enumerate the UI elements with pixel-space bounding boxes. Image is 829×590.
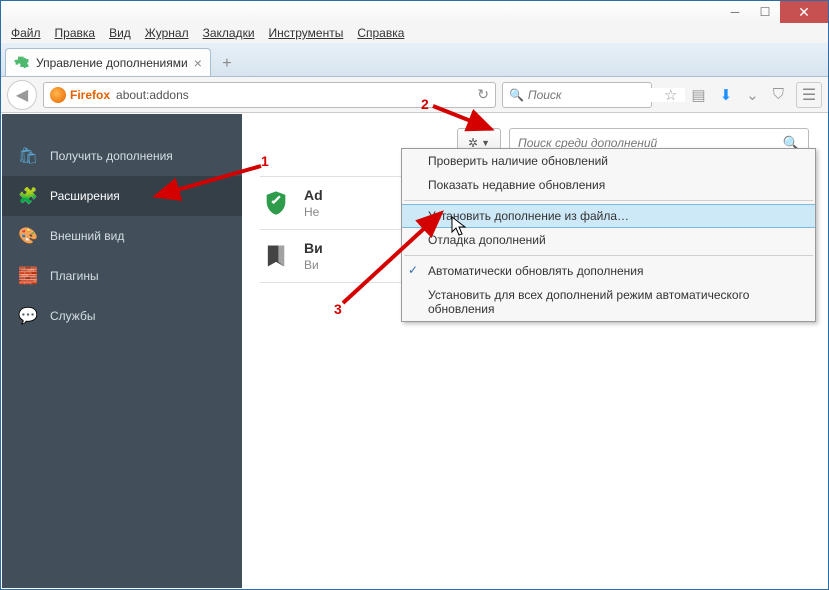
- identity-box[interactable]: Firefox: [50, 87, 110, 103]
- menu-edit[interactable]: Правка: [49, 24, 102, 42]
- pocket-icon[interactable]: ⌄: [746, 86, 759, 104]
- addon-desc: Ви: [304, 258, 323, 272]
- downloads-icon[interactable]: ⬇: [720, 86, 733, 104]
- menu-history[interactable]: Журнал: [139, 24, 195, 42]
- addon-shield-icon: [260, 187, 292, 219]
- menu-debug-addons[interactable]: Отладка дополнений: [402, 228, 815, 252]
- new-tab-button[interactable]: +: [213, 52, 241, 76]
- puzzle-icon: [14, 55, 30, 71]
- appearance-icon: 🎨: [18, 226, 38, 246]
- search-icon: 🔍: [509, 88, 524, 102]
- menu-reset-auto-update[interactable]: Установить для всех дополнений режим авт…: [402, 283, 815, 321]
- window-titlebar: ─ ☐ ✕: [1, 1, 828, 23]
- addon-name: Ви: [304, 240, 323, 256]
- tab-addons[interactable]: Управление дополнениями ×: [5, 48, 211, 76]
- menu-file[interactable]: Файл: [5, 24, 47, 42]
- url-bar[interactable]: Firefox ↻: [43, 82, 496, 108]
- url-input[interactable]: [116, 88, 471, 102]
- menu-auto-update[interactable]: ✓ Автоматически обновлять дополнения: [402, 259, 815, 283]
- menu-bar: Файл Правка Вид Журнал Закладки Инструме…: [1, 23, 828, 43]
- menu-separator: [404, 255, 813, 256]
- navigation-toolbar: ◀ Firefox ↻ 🔍 ☆ ▤ ⬇ ⌄ ⛉ ☰: [1, 77, 828, 113]
- sidebar-item-extensions[interactable]: 🧩 Расширения: [2, 176, 242, 216]
- plugins-icon: 🧱: [18, 266, 38, 286]
- menu-tools[interactable]: Инструменты: [263, 24, 350, 42]
- close-button[interactable]: ✕: [780, 1, 828, 23]
- search-bar[interactable]: 🔍: [502, 82, 652, 108]
- menu-install-from-file[interactable]: Установить дополнение из файла…: [402, 204, 815, 228]
- addon-name: Ad: [304, 187, 323, 203]
- menu-show-recent-updates[interactable]: Показать недавние обновления: [402, 173, 815, 197]
- app-menu-button[interactable]: ☰: [796, 82, 822, 108]
- sidebar-item-plugins[interactable]: 🧱 Плагины: [2, 256, 242, 296]
- sidebar-item-get-addons[interactable]: 🛍 Получить дополнения: [2, 136, 242, 176]
- extensions-icon: 🧩: [18, 186, 38, 206]
- menu-bookmarks[interactable]: Закладки: [197, 24, 261, 42]
- addon-bookmark-icon: [260, 240, 292, 272]
- close-tab-icon[interactable]: ×: [194, 55, 202, 71]
- bookmarks-menu-icon[interactable]: ▤: [691, 86, 705, 104]
- sidebar-item-services[interactable]: 💬 Службы: [2, 296, 242, 336]
- gear-dropdown-menu: Проверить наличие обновлений Показать не…: [401, 148, 816, 322]
- check-icon: ✓: [408, 263, 418, 277]
- services-icon: 💬: [18, 306, 38, 326]
- tab-strip: Управление дополнениями × +: [1, 43, 828, 77]
- minimize-button[interactable]: ─: [720, 1, 750, 23]
- menu-view[interactable]: Вид: [103, 24, 137, 42]
- back-button[interactable]: ◀: [7, 80, 37, 110]
- maximize-button[interactable]: ☐: [750, 1, 780, 23]
- get-addons-icon: 🛍: [18, 146, 38, 166]
- dropdown-caret-icon: ▼: [481, 138, 490, 148]
- addon-desc: Не: [304, 205, 323, 219]
- menu-check-updates[interactable]: Проверить наличие обновлений: [402, 149, 815, 173]
- addons-sidebar: 🛍 Получить дополнения 🧩 Расширения 🎨 Вне…: [2, 114, 242, 588]
- menu-help[interactable]: Справка: [351, 24, 410, 42]
- menu-separator: [404, 200, 813, 201]
- shield-icon[interactable]: ⛉: [773, 86, 784, 103]
- sidebar-item-appearance[interactable]: 🎨 Внешний вид: [2, 216, 242, 256]
- reload-icon[interactable]: ↻: [477, 86, 489, 103]
- firefox-icon: [50, 87, 66, 103]
- tab-title: Управление дополнениями: [36, 56, 188, 70]
- bookmark-star-icon[interactable]: ☆: [664, 86, 677, 104]
